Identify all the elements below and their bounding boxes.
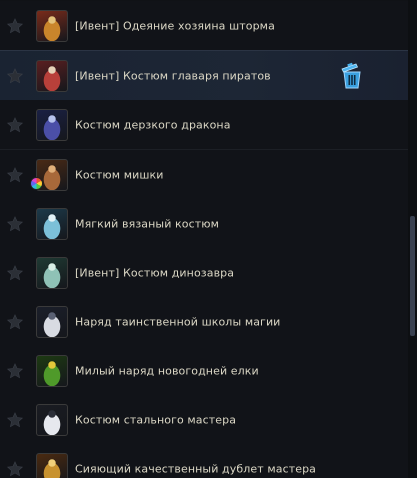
costume-name: Мягкий вязаный костюм (75, 217, 220, 230)
storm-master-costume-icon (36, 9, 68, 42)
costume-name: Наряд таинственной школы магии (75, 315, 281, 328)
costume-row[interactable]: Костюм мишки (0, 150, 408, 200)
magic-school-outfit-icon (36, 305, 68, 338)
costume-name: Костюм дерзкого дракона (75, 118, 231, 131)
costume-row[interactable]: Костюм дерзкого дракона (0, 100, 408, 150)
favorite-star-icon[interactable] (6, 166, 24, 184)
costume-name: Милый наряд новогодней елки (75, 364, 259, 377)
costume-name: [Ивент] Костюм динозавра (75, 266, 235, 279)
pirate-chief-costume-icon (36, 59, 68, 92)
favorite-star-icon[interactable] (6, 67, 24, 85)
scrollbar-thumb[interactable] (410, 216, 415, 336)
costume-row[interactable]: Мягкий вязаный костюм (0, 199, 408, 249)
costume-row[interactable]: [Ивент] Костюм главаря пиратов (0, 50, 408, 101)
costume-row[interactable]: Милый наряд новогодней елки (0, 346, 408, 396)
costume-name: [Ивент] Одеяние хозяина шторма (75, 19, 275, 32)
costume-row[interactable]: [Ивент] Костюм динозавра (0, 248, 408, 298)
scrollbar-track[interactable] (408, 0, 417, 478)
favorite-star-icon[interactable] (6, 116, 24, 134)
trash-icon[interactable] (336, 60, 368, 92)
costume-name: Костюм стального мастера (75, 413, 237, 426)
costume-name: Костюм мишки (75, 168, 164, 181)
favorite-star-icon[interactable] (6, 17, 24, 35)
favorite-star-icon[interactable] (6, 215, 24, 233)
favorite-star-icon[interactable] (6, 313, 24, 331)
master-doublet-icon (36, 452, 68, 478)
favorite-star-icon[interactable] (6, 411, 24, 429)
favorite-star-icon[interactable] (6, 264, 24, 282)
knit-costume-icon (36, 207, 68, 240)
costume-name: [Ивент] Костюм главаря пиратов (75, 69, 271, 82)
dinosaur-costume-icon (36, 256, 68, 289)
steel-master-costume-icon (36, 403, 68, 436)
costume-name: Сияющий качественный дублет мастера (75, 462, 317, 475)
costume-row[interactable]: [Ивент] Одеяние хозяина шторма (0, 1, 408, 51)
bold-dragon-costume-icon (36, 108, 68, 141)
christmas-tree-outfit-icon (36, 354, 68, 387)
costume-list: [Ивент] Одеяние хозяина шторма [Ивент] Ко… (0, 0, 408, 478)
favorite-star-icon[interactable] (6, 460, 24, 478)
costume-row[interactable]: Наряд таинственной школы магии (0, 297, 408, 347)
favorite-star-icon[interactable] (6, 362, 24, 380)
costume-row[interactable]: Сияющий качественный дублет мастера (0, 444, 408, 478)
dye-badge-icon (30, 176, 43, 190)
costume-row[interactable]: Костюм стального мастера (0, 395, 408, 445)
